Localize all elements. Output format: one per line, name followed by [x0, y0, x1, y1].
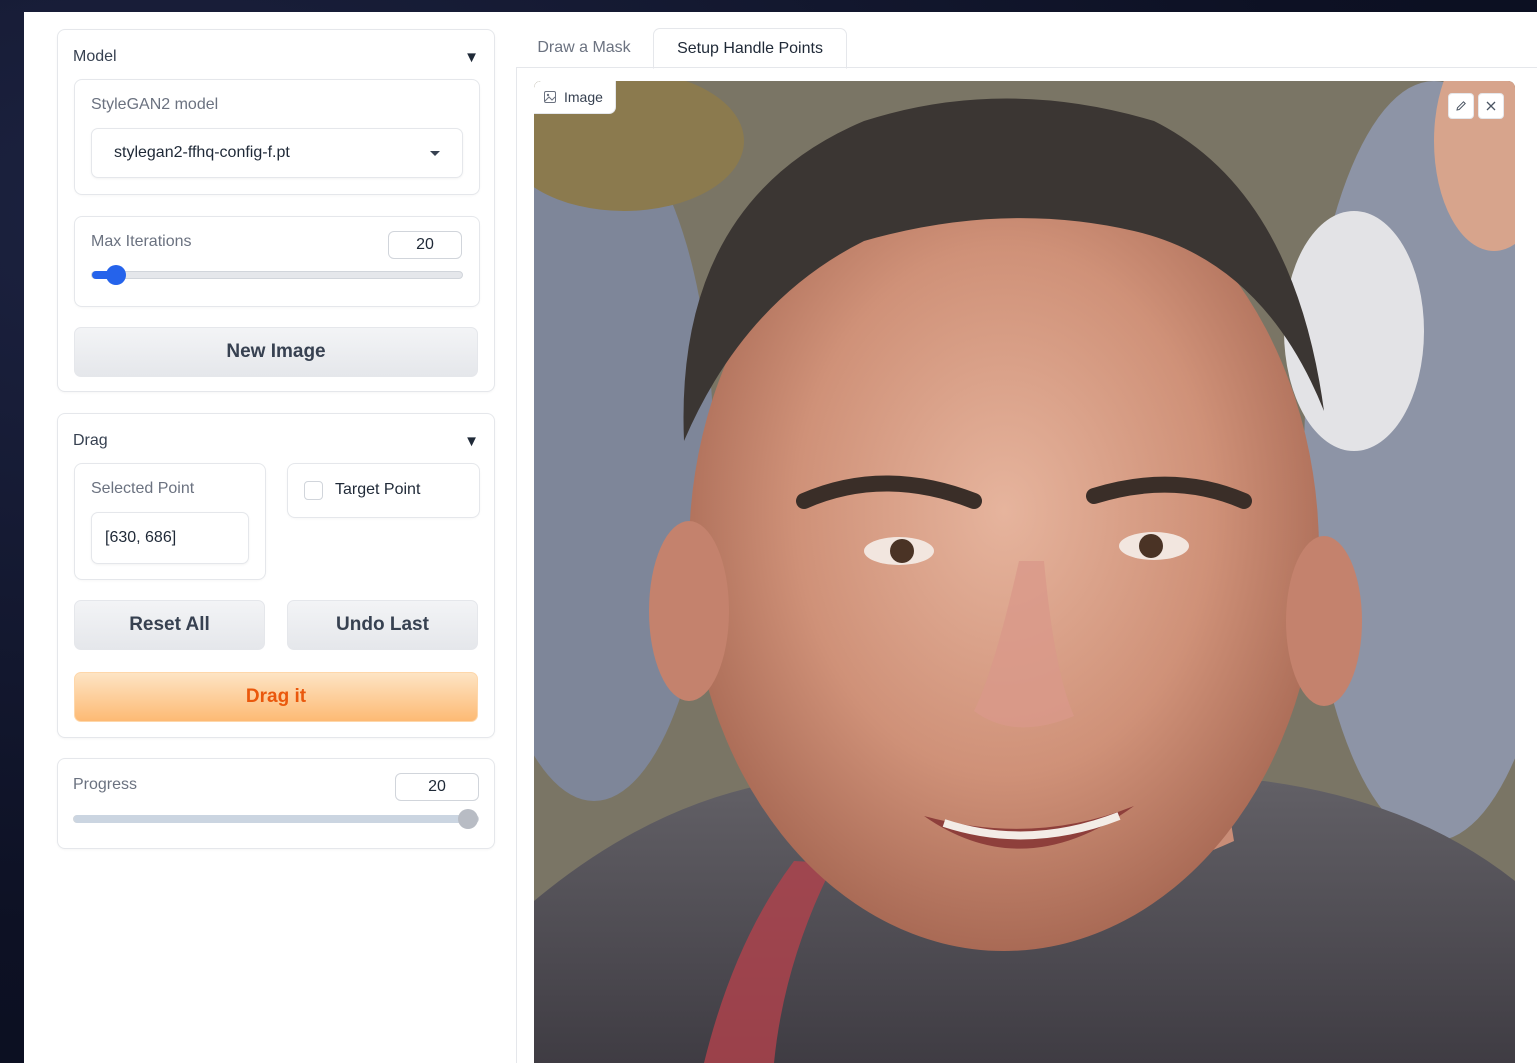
image-icon — [544, 91, 556, 103]
progress-value-box: 20 — [395, 773, 479, 801]
image-canvas[interactable]: Image — [534, 81, 1515, 1063]
model-panel: Model ▼ StyleGAN2 model stylegan2-ffhq-c… — [57, 29, 495, 392]
app-window: Model ▼ StyleGAN2 model stylegan2-ffhq-c… — [24, 12, 1537, 1063]
progress-slider — [73, 809, 479, 829]
close-image-button[interactable] — [1478, 93, 1504, 119]
chevron-down-icon — [430, 150, 440, 156]
image-badge-label: Image — [564, 89, 603, 105]
max-iterations-slider-thumb[interactable] — [106, 265, 126, 285]
drag-panel-header[interactable]: Drag ▼ — [73, 429, 479, 453]
max-iterations-slider[interactable] — [91, 265, 463, 285]
selected-point-field[interactable]: [630, 686] — [91, 512, 249, 564]
target-point-block[interactable]: Target Point — [287, 463, 480, 518]
target-point-checkbox[interactable] — [304, 481, 323, 500]
selected-point-label: Selected Point — [91, 480, 195, 497]
progress-slider-fill — [74, 815, 478, 823]
reset-all-button[interactable]: Reset All — [74, 600, 265, 650]
caret-down-icon[interactable]: ▼ — [464, 433, 479, 450]
progress-panel: Progress 20 — [57, 758, 495, 849]
max-iterations-label: Max Iterations — [91, 233, 192, 250]
tab-draw-a-mask[interactable]: Draw a Mask — [528, 28, 640, 67]
max-iterations-block: Max Iterations 20 — [74, 216, 480, 307]
model-panel-title: Model — [73, 48, 117, 65]
tab-setup-handle-points[interactable]: Setup Handle Points — [653, 28, 847, 69]
undo-last-button[interactable]: Undo Last — [287, 600, 478, 650]
portrait-image — [534, 81, 1515, 1063]
image-badge: Image — [534, 81, 616, 114]
tab-divider — [516, 67, 1537, 68]
drag-panel-title: Drag — [73, 432, 108, 449]
stylegan-model-value: stylegan2-ffhq-config-f.pt — [114, 144, 290, 161]
max-iterations-input[interactable]: 20 — [388, 231, 462, 259]
progress-label: Progress — [73, 776, 138, 793]
target-point-label[interactable]: Target Point — [335, 481, 420, 499]
pencil-icon — [1456, 101, 1466, 111]
tab-bar: Draw a Mask Setup Handle Points — [516, 28, 1537, 69]
stylegan-model-block: StyleGAN2 model stylegan2-ffhq-config-f.… — [74, 79, 480, 195]
close-icon — [1486, 101, 1496, 111]
new-image-button[interactable]: New Image — [74, 327, 478, 377]
drag-panel: Drag ▼ Selected Point [630, 686] Target … — [57, 413, 495, 738]
model-panel-header[interactable]: Model ▼ — [73, 45, 479, 69]
caret-down-icon[interactable]: ▼ — [464, 49, 479, 66]
stylegan-model-label: StyleGAN2 model — [91, 96, 219, 113]
stylegan-model-dropdown[interactable]: stylegan2-ffhq-config-f.pt — [91, 128, 463, 178]
drag-it-button[interactable]: Drag it — [74, 672, 478, 722]
column-divider — [516, 67, 517, 1063]
selected-point-block: Selected Point [630, 686] — [74, 463, 266, 580]
progress-slider-thumb — [458, 809, 478, 829]
edit-image-button[interactable] — [1448, 93, 1474, 119]
